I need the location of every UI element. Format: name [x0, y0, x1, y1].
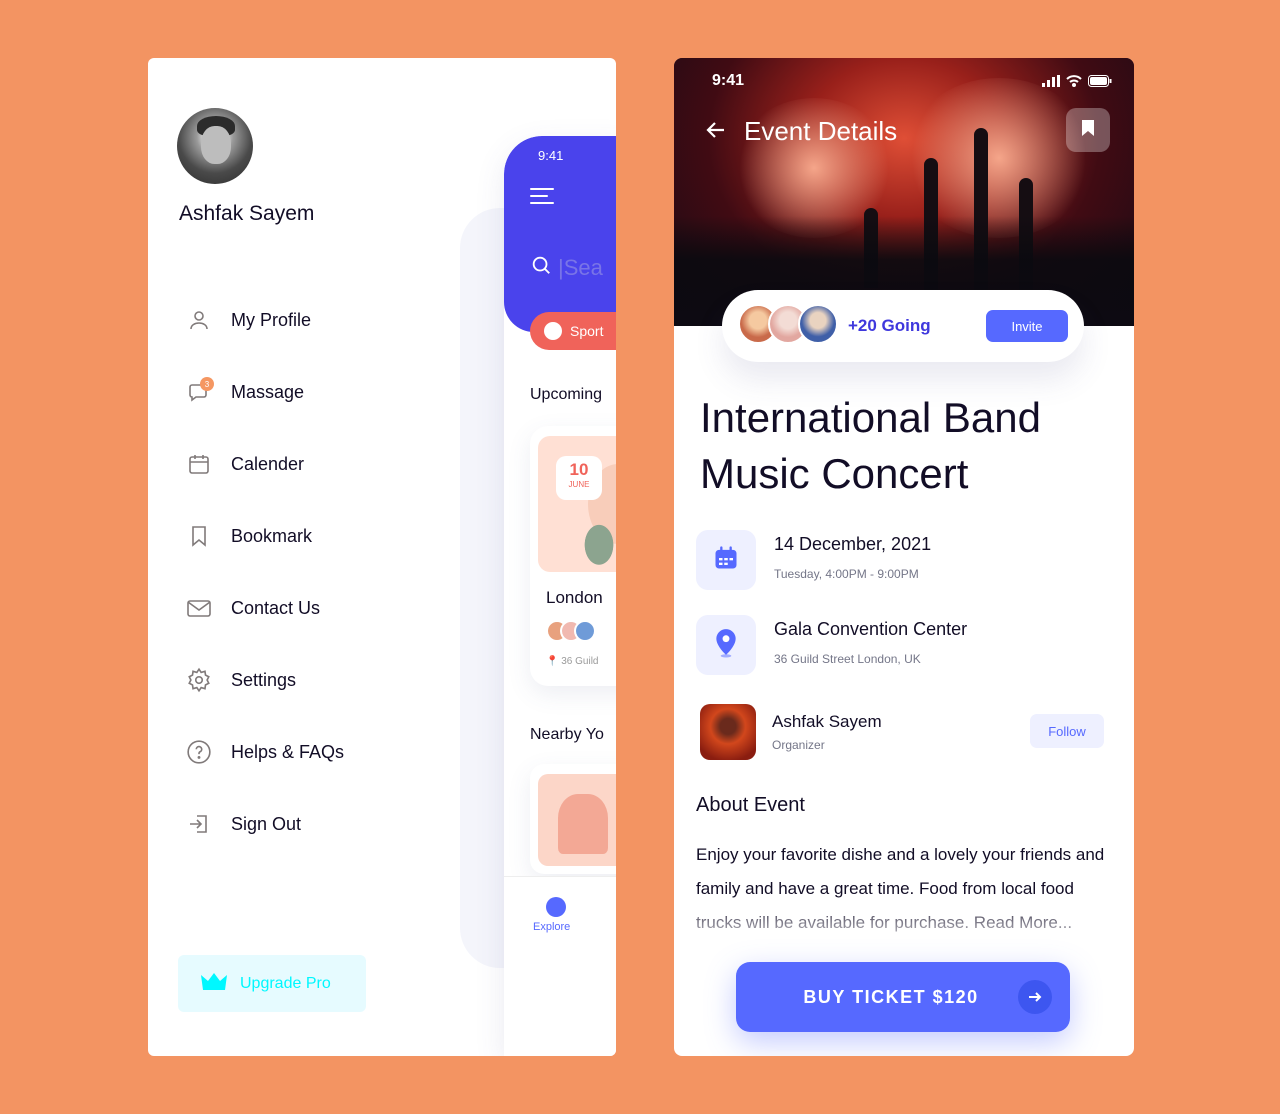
menu-item-contact-us[interactable]: Contact Us	[184, 572, 344, 644]
sign-out-icon	[184, 809, 214, 839]
category-chip-sport[interactable]: Sport	[530, 312, 616, 350]
concert-hero-image: 9:41 Event Details	[674, 58, 1134, 326]
organizer-name: Ashfak Sayem	[772, 712, 882, 731]
nearby-card[interactable]	[530, 764, 616, 874]
buy-ticket-label: BUY TICKET $120	[803, 986, 979, 1007]
event-card-location: 📍 36 Guild	[546, 656, 598, 667]
menu-item-my-profile[interactable]: My Profile	[184, 284, 344, 356]
signal-icon	[1042, 74, 1060, 92]
calendar-icon	[712, 544, 740, 577]
venue-address: 36 Guild Street London, UK	[774, 652, 921, 666]
attendee-avatars	[546, 620, 596, 642]
event-image: 10 JUNE	[538, 436, 616, 572]
nav-explore-label[interactable]: Explore	[533, 921, 570, 933]
menu-label: Calender	[231, 453, 305, 474]
user-name: Ashfak Sayem	[179, 202, 315, 225]
wifi-icon	[1066, 74, 1082, 92]
menu-label: My Profile	[231, 309, 312, 330]
menu-item-help[interactable]: Helps & FAQs	[184, 716, 344, 788]
bookmark-icon	[1080, 119, 1096, 142]
attendee-avatar	[798, 304, 838, 344]
status-icons	[1042, 74, 1112, 92]
follow-button[interactable]: Follow	[1030, 714, 1104, 748]
status-time: 9:41	[712, 72, 745, 89]
going-pill: +20 Going Invite	[722, 290, 1084, 362]
user-icon	[184, 305, 214, 335]
page-title: Event Details	[744, 116, 898, 146]
nearby-heading: Nearby Yo	[530, 726, 604, 743]
event-month: JUNE	[568, 480, 590, 489]
event-card[interactable]: 10 JUNE London 📍 36 Guild	[530, 426, 616, 686]
mini-header: 9:41 |Sea	[504, 136, 616, 332]
going-avatars	[738, 304, 838, 344]
event-date: 14 December, 2021	[774, 534, 932, 554]
mini-search[interactable]: |Sea	[530, 254, 603, 281]
nearby-image	[538, 774, 616, 866]
upgrade-label: Upgrade Pro	[240, 974, 331, 992]
mini-search-placeholder: |Sea	[558, 254, 603, 280]
gear-icon	[184, 665, 214, 695]
going-count: +20 Going	[848, 316, 931, 335]
drawer-card: Ashfak Sayem My Profile 3 Massage Calend…	[148, 58, 616, 1056]
buy-ticket-button[interactable]: BUY TICKET $120	[736, 962, 1070, 1032]
help-icon	[184, 737, 214, 767]
menu-label: Helps & FAQs	[231, 741, 345, 762]
date-text: 14 December, 2021 Tuesday, 4:00PM - 9:00…	[774, 530, 931, 581]
about-heading: About Event	[696, 794, 805, 816]
venue-name: Gala Convention Center	[774, 619, 968, 639]
venue-text: Gala Convention Center 36 Guild Street L…	[774, 615, 967, 666]
hamburger-icon[interactable]	[530, 188, 554, 209]
menu-label: Contact Us	[231, 597, 321, 618]
organizer-role: Organizer	[772, 738, 825, 752]
compass-icon[interactable]	[546, 897, 566, 917]
date-icon-tile	[696, 530, 756, 590]
menu-label: Settings	[231, 669, 297, 690]
calendar-icon	[184, 449, 214, 479]
drawer-menu: My Profile 3 Massage Calender Bookmark C…	[184, 284, 344, 860]
avatar-face	[201, 126, 231, 164]
event-time: Tuesday, 4:00PM - 9:00PM	[774, 567, 919, 581]
mini-phone: 9:41 |Sea Sport Upcoming 10 JUNE London …	[504, 136, 616, 1056]
crown-icon	[200, 972, 228, 995]
chip-label: Sport	[570, 323, 604, 339]
menu-item-sign-out[interactable]: Sign Out	[184, 788, 344, 860]
organizer-photo[interactable]	[700, 704, 756, 760]
menu-label: Bookmark	[231, 525, 313, 546]
location-icon-tile	[696, 615, 756, 675]
bottom-nav: Explore	[504, 876, 616, 956]
menu-item-calendar[interactable]: Calender	[184, 428, 344, 500]
organizer-row: Ashfak Sayem Organizer Follow	[700, 704, 1106, 760]
message-badge: 3	[200, 377, 214, 391]
menu-label: Massage	[231, 381, 305, 402]
search-icon	[530, 254, 552, 281]
event-card-title: London	[546, 588, 603, 607]
location-pin-icon	[713, 628, 739, 663]
mini-time: 9:41	[538, 148, 564, 163]
plant-illustration	[574, 510, 616, 568]
upcoming-heading: Upcoming	[530, 386, 603, 403]
date-info-row: 14 December, 2021 Tuesday, 4:00PM - 9:00…	[696, 530, 931, 590]
avatar[interactable]	[177, 108, 253, 184]
menu-item-message[interactable]: 3 Massage	[184, 356, 344, 428]
battery-icon	[1088, 74, 1112, 92]
menu-item-bookmark[interactable]: Bookmark	[184, 500, 344, 572]
menu-item-settings[interactable]: Settings	[184, 644, 344, 716]
event-card-location-text: 36 Guild	[561, 656, 599, 667]
event-day: 10	[569, 460, 589, 479]
menu-label: Sign Out	[231, 813, 302, 834]
back-arrow-icon[interactable]	[704, 118, 728, 147]
bookmark-button[interactable]	[1066, 108, 1110, 152]
invite-button[interactable]: Invite	[986, 310, 1068, 342]
mail-icon	[184, 593, 214, 623]
upgrade-pro-button[interactable]: Upgrade Pro	[178, 955, 366, 1012]
event-details-card: 9:41 Event Details +20 Going Invite Inte…	[674, 58, 1134, 1056]
venue-info-row: Gala Convention Center 36 Guild Street L…	[696, 615, 967, 675]
event-date-badge: 10 JUNE	[556, 456, 602, 500]
message-icon: 3	[184, 377, 214, 407]
arrow-right-icon	[1018, 980, 1052, 1014]
location-pin-icon: 📍	[546, 656, 559, 667]
bookmark-icon	[184, 521, 214, 551]
ball-icon	[544, 322, 562, 340]
event-title: International Band Music Concert	[700, 394, 1041, 497]
